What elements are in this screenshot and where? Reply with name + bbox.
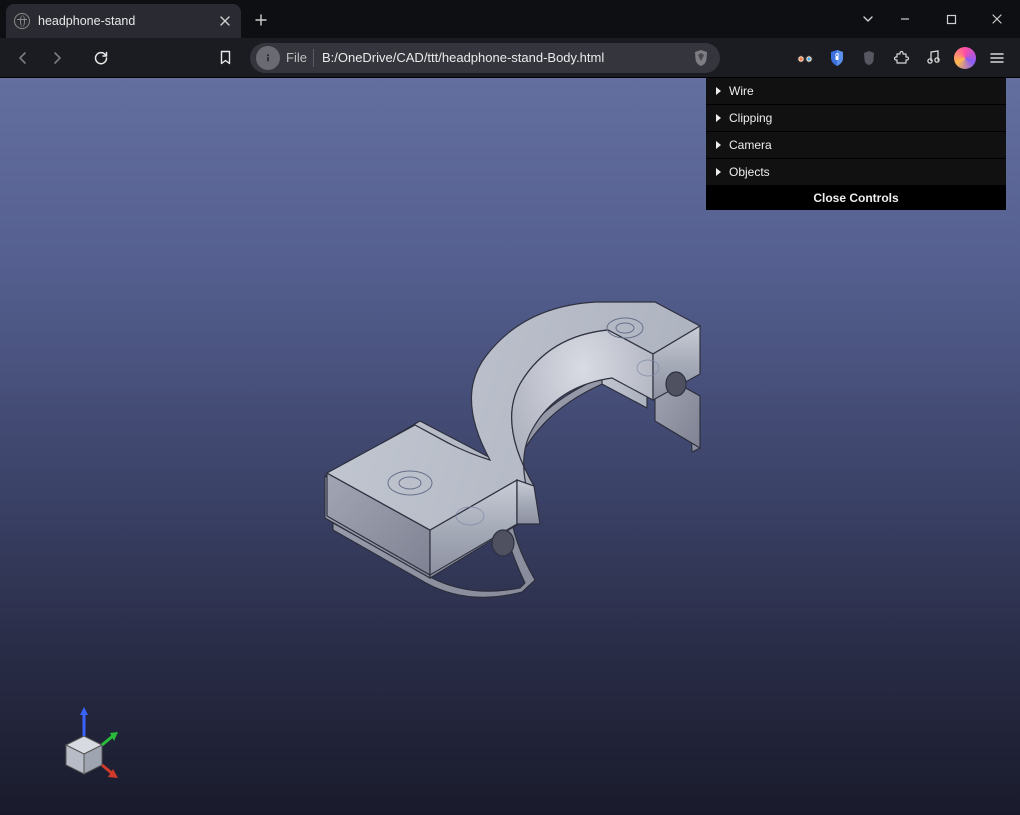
back-button[interactable] — [8, 43, 38, 73]
url-text: B:/OneDrive/CAD/ttt/headphone-stand-Body… — [322, 50, 604, 65]
controls-row-label: Wire — [729, 84, 754, 98]
controls-row-label: Objects — [729, 165, 770, 179]
controls-close-label: Close Controls — [813, 191, 898, 205]
glasses-ext-icon[interactable] — [790, 43, 820, 73]
minimize-button[interactable] — [882, 3, 928, 35]
titlebar: headphone-stand — [0, 0, 1020, 38]
caret-right-icon — [716, 141, 721, 149]
arch-bridge — [420, 310, 700, 482]
part-visible — [327, 302, 700, 575]
controls-close-button[interactable]: Close Controls — [706, 186, 1006, 210]
browser-tab[interactable]: headphone-stand — [6, 4, 241, 38]
controls-row-wire[interactable]: Wire — [706, 78, 1006, 105]
tab-close-icon[interactable] — [217, 13, 233, 29]
front-hole-right — [666, 372, 686, 396]
controls-row-objects[interactable]: Objects — [706, 159, 1006, 186]
profile-button[interactable] — [950, 43, 980, 73]
left-block — [325, 421, 525, 578]
window-close-button[interactable] — [974, 3, 1020, 35]
front-hole-left — [492, 530, 514, 556]
window-controls — [854, 0, 1020, 38]
caret-right-icon — [716, 168, 721, 176]
controls-row-label: Camera — [729, 138, 772, 152]
bookmark-button[interactable] — [210, 43, 240, 73]
forward-button[interactable] — [42, 43, 72, 73]
omnibox-divider — [313, 49, 314, 67]
profile-avatar — [954, 47, 976, 69]
caret-right-icon — [716, 114, 721, 122]
caret-right-icon — [716, 87, 721, 95]
lion-ext-icon[interactable] — [854, 43, 884, 73]
url-scheme-label: File — [286, 50, 313, 65]
tab-title: headphone-stand — [38, 14, 209, 28]
tabs-chevron-icon[interactable] — [854, 3, 882, 35]
part-front-wall — [333, 374, 700, 597]
music-ext-icon[interactable] — [918, 43, 948, 73]
reload-button[interactable] — [86, 43, 116, 73]
site-info-icon[interactable] — [256, 46, 280, 70]
controls-panel: Wire Clipping Camera Objects Close Contr… — [706, 78, 1006, 210]
controls-row-camera[interactable]: Camera — [706, 132, 1006, 159]
axis-triad[interactable] — [36, 705, 120, 789]
omnibox[interactable]: File B:/OneDrive/CAD/ttt/headphone-stand… — [250, 43, 720, 73]
toolbar: File B:/OneDrive/CAD/ttt/headphone-stand… — [0, 38, 1020, 78]
shield-ext-icon[interactable] — [822, 43, 852, 73]
menu-button[interactable] — [982, 43, 1012, 73]
brave-shield-icon[interactable] — [692, 49, 710, 67]
part-right-front — [655, 371, 700, 448]
controls-row-label: Clipping — [729, 111, 772, 125]
controls-row-clipping[interactable]: Clipping — [706, 105, 1006, 132]
extensions-button[interactable] — [886, 43, 916, 73]
maximize-button[interactable] — [928, 3, 974, 35]
3d-viewport[interactable]: Wire Clipping Camera Objects Close Contr… — [0, 78, 1020, 815]
new-tab-button[interactable] — [247, 6, 275, 34]
toolbar-right — [790, 43, 1012, 73]
globe-favicon — [14, 13, 30, 29]
